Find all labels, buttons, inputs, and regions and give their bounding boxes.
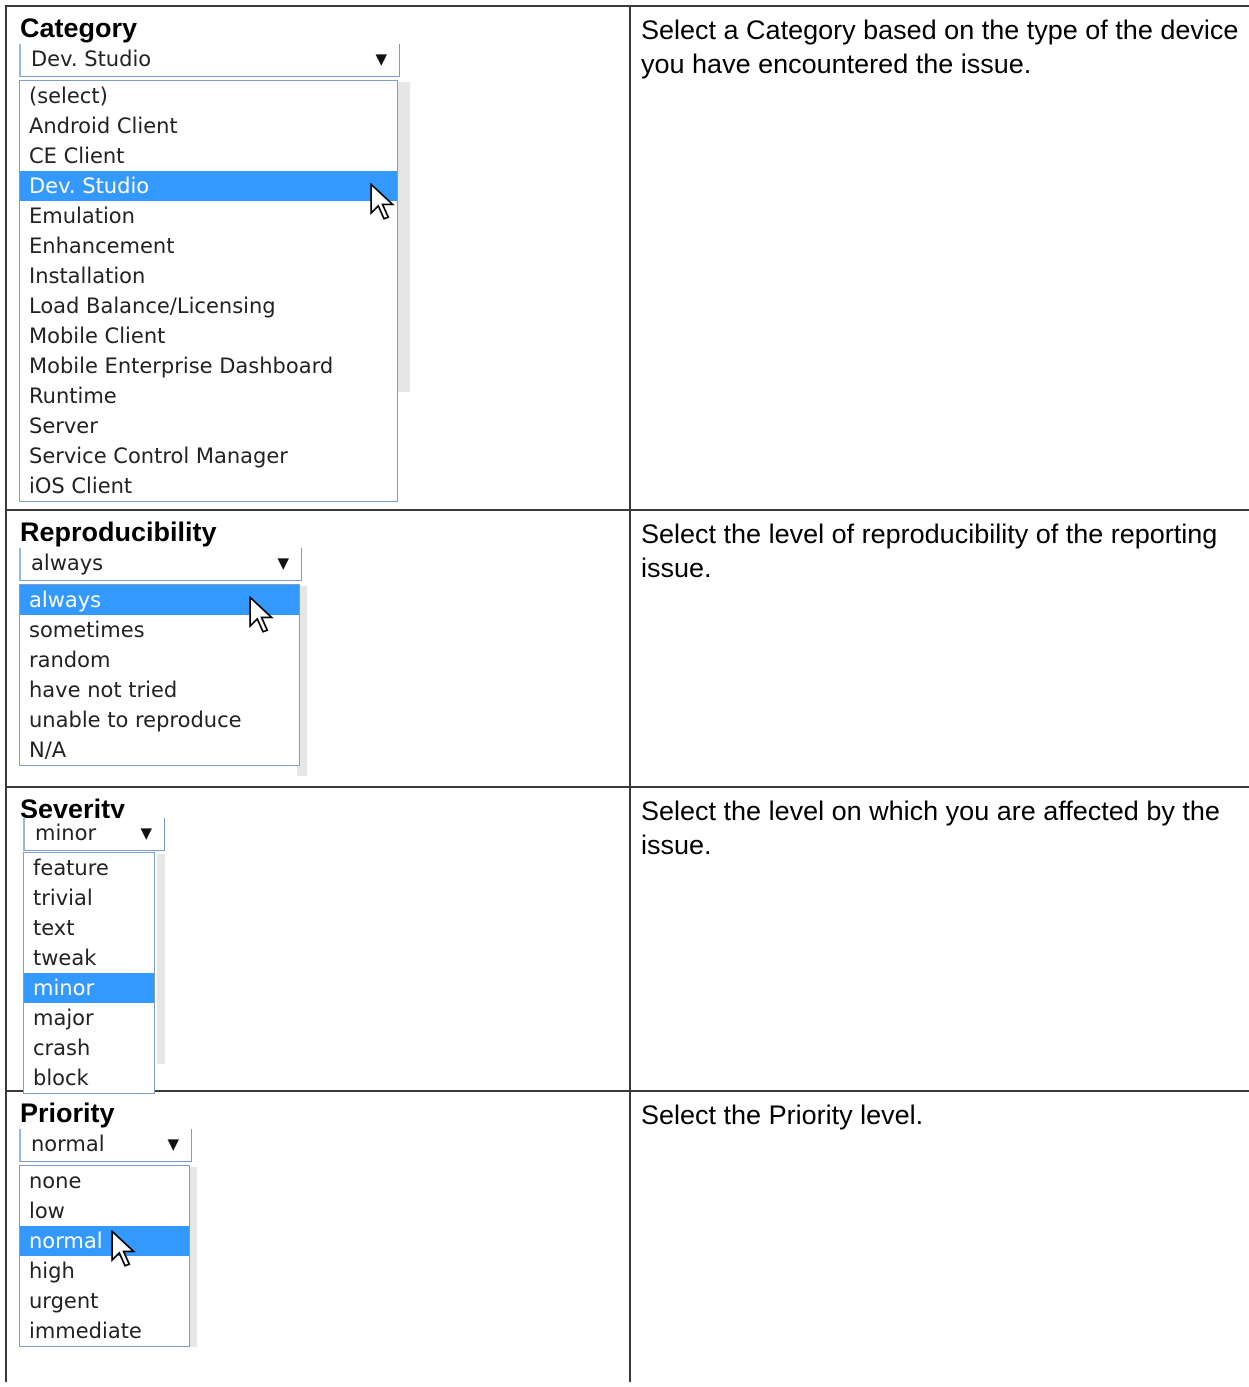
table-row-severity: Severity minor ▼ feature trivial text tw… [5, 786, 1249, 1094]
list-item[interactable]: iOS Client [20, 471, 397, 501]
list-item[interactable]: Android Client [20, 111, 397, 141]
list-item[interactable]: Installation [20, 261, 397, 291]
list-item[interactable]: Enhancement [20, 231, 397, 261]
chevron-down-icon[interactable]: ▼ [140, 818, 152, 848]
field-label-category: Category [20, 13, 138, 43]
severity-select[interactable]: minor ▼ [23, 818, 165, 851]
background-field-strip [157, 854, 165, 1064]
list-item[interactable]: feature [24, 853, 154, 883]
priority-dropdown-list[interactable]: none low normal high urgent immediate [19, 1165, 190, 1347]
list-item[interactable]: crash [24, 1033, 154, 1063]
list-item[interactable]: block [24, 1063, 154, 1093]
chevron-down-icon[interactable]: ▼ [277, 548, 289, 578]
list-item[interactable]: have not tried [20, 675, 299, 705]
category-select-value: Dev. Studio [31, 47, 152, 71]
list-item[interactable]: tweak [24, 943, 154, 973]
field-cell-severity: Severity minor ▼ feature trivial text tw… [5, 786, 631, 1094]
list-item[interactable]: Service Control Manager [20, 441, 397, 471]
list-item[interactable]: low [20, 1196, 189, 1226]
field-description-reproducibility: Select the level of reproducibility of t… [641, 519, 1218, 583]
field-description-priority: Select the Priority level. [641, 1100, 924, 1130]
list-item[interactable]: unable to reproduce [20, 705, 299, 735]
description-cell-category: Select a Category based on the type of t… [629, 5, 1249, 511]
field-cell-category: Category Dev. Studio ▼ (select) Android … [5, 5, 631, 511]
list-item[interactable]: immediate [20, 1316, 189, 1346]
field-description-category: Select a Category based on the type of t… [641, 15, 1239, 79]
severity-select-value: minor [35, 821, 97, 845]
field-cell-priority: Priority normal ▼ none low normal high u… [5, 1090, 631, 1382]
table-row-priority: Priority normal ▼ none low normal high u… [5, 1090, 1249, 1382]
list-item[interactable]: Emulation [20, 201, 397, 231]
list-item[interactable]: N/A [20, 735, 299, 765]
list-item[interactable]: high [20, 1256, 189, 1286]
list-item-selected[interactable]: always [20, 585, 299, 615]
chevron-down-icon[interactable]: ▼ [375, 44, 387, 74]
field-description-severity: Select the level on which you are affect… [641, 796, 1220, 860]
reproducibility-select-value: always [31, 551, 104, 575]
list-item-selected[interactable]: Dev. Studio [20, 171, 397, 201]
list-item[interactable]: text [24, 913, 154, 943]
list-item[interactable]: Mobile Enterprise Dashboard [20, 351, 397, 381]
list-item[interactable]: Mobile Client [20, 321, 397, 351]
list-item[interactable]: trivial [24, 883, 154, 913]
table-row-category: Category Dev. Studio ▼ (select) Android … [5, 5, 1249, 511]
priority-select[interactable]: normal ▼ [19, 1129, 192, 1162]
field-label-reproducibility: Reproducibility [20, 517, 217, 547]
list-item[interactable]: Server [20, 411, 397, 441]
chevron-down-icon[interactable]: ▼ [167, 1129, 179, 1159]
field-reference-table: Category Dev. Studio ▼ (select) Android … [5, 5, 1249, 1382]
list-item[interactable]: random [20, 645, 299, 675]
list-item[interactable]: (select) [20, 81, 397, 111]
list-item[interactable]: none [20, 1166, 189, 1196]
list-item[interactable]: major [24, 1003, 154, 1033]
list-item[interactable]: sometimes [20, 615, 299, 645]
priority-select-value: normal [31, 1132, 105, 1156]
field-cell-reproducibility: Reproducibility always ▼ always sometime… [5, 509, 631, 788]
list-item[interactable]: Load Balance/Licensing [20, 291, 397, 321]
category-select[interactable]: Dev. Studio ▼ [19, 44, 400, 77]
table-row-reproducibility: Reproducibility always ▼ always sometime… [5, 509, 1249, 788]
description-cell-priority: Select the Priority level. [629, 1090, 1249, 1382]
description-cell-severity: Select the level on which you are affect… [629, 786, 1249, 1092]
description-cell-reproducibility: Select the level of reproducibility of t… [629, 509, 1249, 788]
severity-dropdown-list[interactable]: feature trivial text tweak minor major c… [23, 852, 155, 1094]
list-item[interactable]: urgent [20, 1286, 189, 1316]
field-label-priority: Priority [20, 1098, 115, 1128]
reproducibility-dropdown-list[interactable]: always sometimes random have not tried u… [19, 584, 300, 766]
list-item-selected[interactable]: normal [20, 1226, 189, 1256]
category-dropdown-list[interactable]: (select) Android Client CE Client Dev. S… [19, 80, 398, 502]
reproducibility-select[interactable]: always ▼ [19, 548, 302, 581]
list-item-selected[interactable]: minor [24, 973, 154, 1003]
list-item[interactable]: Runtime [20, 381, 397, 411]
list-item[interactable]: CE Client [20, 141, 397, 171]
background-field-strip [396, 82, 410, 392]
